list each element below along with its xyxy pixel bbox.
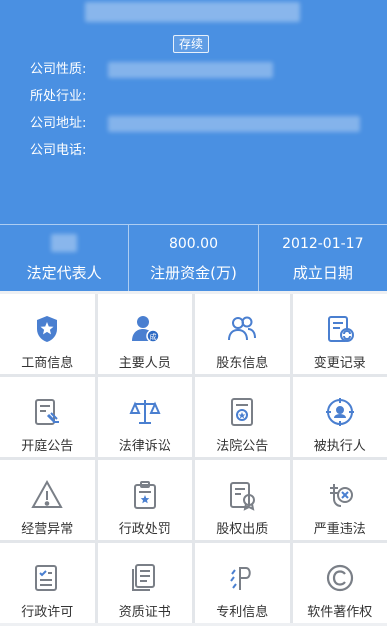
menu-label: 严重违法 xyxy=(313,522,366,537)
copyright-icon xyxy=(323,561,357,595)
info-industry: 所处行业: xyxy=(30,89,108,105)
stat-registered-capital: 800.00 注册资金(万) xyxy=(129,225,259,291)
svg-text:成: 成 xyxy=(149,332,156,341)
company-header: 存续 公司性质: 所处行业: 公司地址: 公司电话: xyxy=(0,0,387,224)
menu-qualification-certificates[interactable]: 资质证书 xyxy=(97,543,192,623)
menu-enforced-persons[interactable]: 被执行人 xyxy=(292,377,387,457)
legal-rep-redacted xyxy=(51,233,78,252)
menu-label: 变更记录 xyxy=(313,356,366,371)
info-address: 公司地址: xyxy=(30,116,108,132)
address-redacted xyxy=(108,116,360,132)
warning-icon xyxy=(30,478,64,512)
menu-abnormal-operation[interactable]: 经营异常 xyxy=(0,460,95,540)
info-label: 公司电话: xyxy=(30,143,87,158)
menu-label: 法律诉讼 xyxy=(118,439,171,454)
menu-key-personnel[interactable]: 成 主要人员 xyxy=(97,294,192,374)
menu-label: 开庭公告 xyxy=(21,439,74,454)
gavel-document-icon xyxy=(30,395,64,429)
checklist-icon xyxy=(30,561,64,595)
info-label: 公司性质: xyxy=(30,62,87,77)
company-name-redacted xyxy=(85,2,300,22)
stat-label: 法定代表人 xyxy=(26,263,102,282)
menu-change-records[interactable]: 变更记录 xyxy=(292,294,387,374)
violation-icon xyxy=(323,478,357,512)
court-document-icon xyxy=(225,395,259,429)
stat-label: 成立日期 xyxy=(292,263,353,282)
menu-patent-info[interactable]: 专利信息 xyxy=(195,543,290,623)
menu-software-copyright[interactable]: 软件著作权 xyxy=(292,543,387,623)
menu-administrative-license[interactable]: 行政许可 xyxy=(0,543,95,623)
person-icon: 成 xyxy=(128,312,162,346)
scales-icon xyxy=(128,395,162,429)
stat-value: 800.00 xyxy=(168,235,218,252)
company-type-redacted xyxy=(108,62,273,78)
stat-established-date: 2012-01-17 成立日期 xyxy=(259,225,387,291)
info-label: 公司地址: xyxy=(30,116,87,131)
menu-label: 专利信息 xyxy=(216,605,269,620)
menu-label: 工商信息 xyxy=(21,356,74,371)
star-badge-icon xyxy=(128,478,162,512)
menu-label: 股东信息 xyxy=(216,356,269,371)
menu-equity-pledge[interactable]: 股权出质 xyxy=(195,460,290,540)
feature-grid: 工商信息 成 主要人员 股东信息 变更记录 开庭公告 法律诉讼 法院公告 被执行… xyxy=(0,294,387,623)
menu-serious-violations[interactable]: 严重违法 xyxy=(292,460,387,540)
menu-label: 股权出质 xyxy=(216,522,269,537)
change-record-icon xyxy=(323,312,357,346)
stat-label: 注册资金(万) xyxy=(150,263,237,282)
documents-icon xyxy=(128,561,162,595)
menu-label: 行政处罚 xyxy=(118,522,171,537)
target-person-icon xyxy=(323,395,357,429)
info-phone: 公司电话: xyxy=(30,143,108,159)
menu-label: 经营异常 xyxy=(21,522,74,537)
stat-legal-rep[interactable]: 法定代表人 xyxy=(0,225,130,291)
status-badge: 存续 xyxy=(173,35,210,53)
menu-business-info[interactable]: 工商信息 xyxy=(0,294,95,374)
certificate-icon xyxy=(225,478,259,512)
menu-label: 行政许可 xyxy=(21,605,74,620)
info-label: 所处行业: xyxy=(30,89,87,104)
menu-hearing-notices[interactable]: 开庭公告 xyxy=(0,377,95,457)
menu-shareholders[interactable]: 股东信息 xyxy=(195,294,290,374)
menu-label: 软件著作权 xyxy=(307,605,373,620)
police-badge-icon xyxy=(30,312,64,346)
menu-label: 法院公告 xyxy=(216,439,269,454)
menu-court-notices[interactable]: 法院公告 xyxy=(195,377,290,457)
menu-administrative-penalty[interactable]: 行政处罚 xyxy=(97,460,192,540)
menu-label: 资质证书 xyxy=(118,605,171,620)
menu-label: 被执行人 xyxy=(313,439,366,454)
menu-legal-litigation[interactable]: 法律诉讼 xyxy=(97,377,192,457)
users-icon xyxy=(225,312,259,346)
stat-value: 2012-01-17 xyxy=(282,235,364,252)
info-company-type: 公司性质: xyxy=(30,62,108,78)
stats-bar: 法定代表人 800.00 注册资金(万) 2012-01-17 成立日期 xyxy=(0,224,387,291)
menu-label: 主要人员 xyxy=(118,356,171,371)
patent-icon xyxy=(225,561,259,595)
